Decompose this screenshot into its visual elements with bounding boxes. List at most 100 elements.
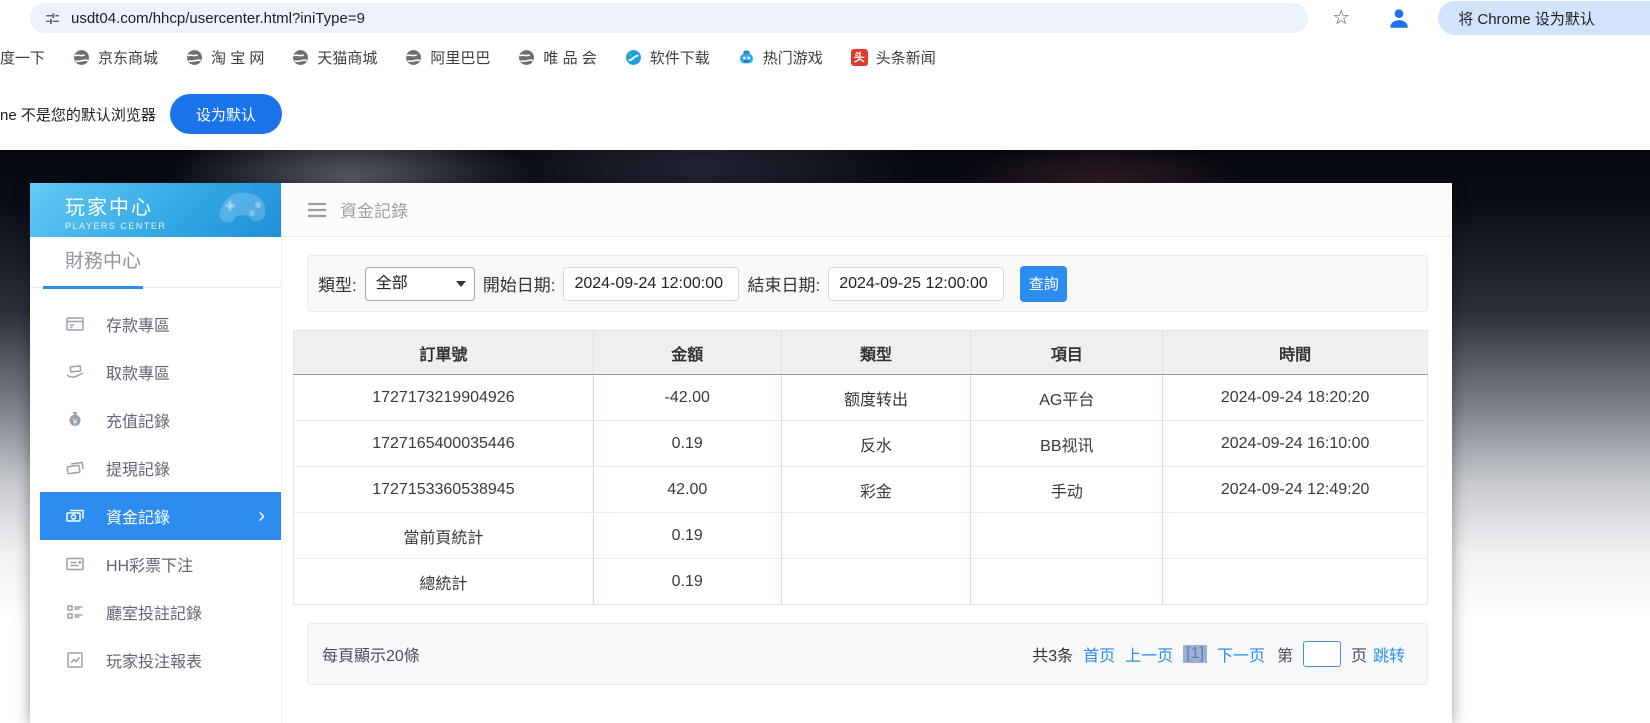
sidebar-item-lottery-bets[interactable]: HH彩票下注 [40,540,281,588]
start-date-label: 開始日期: [483,271,556,296]
bookmark-item[interactable]: 度一下 [0,47,45,68]
funds-table: 訂單號 金額 類型 項目 時間 1727173219904926 -42.00 [293,330,1428,605]
recharge-icon: ¥ [65,410,85,430]
hamburger-icon[interactable] [307,201,327,219]
set-default-button[interactable]: 设为默认 [170,94,282,134]
globe-icon [405,49,422,66]
search-button[interactable]: 查詢 [1020,266,1067,302]
sidebar: 玩家中心 PLAYERS CENTER 財務中心 [30,183,281,723]
filter-bar: 類型: 全部 開始日期: 結束日期: 查詢 [307,255,1428,312]
site-settings-icon[interactable] [44,10,61,27]
type-label: 類型: [318,271,357,296]
page-jump-input[interactable] [1303,641,1341,667]
current-page: [1] [1183,645,1207,663]
sidebar-item-label: 資金記錄 [106,504,170,528]
bookmark-item[interactable]: 阿里巴巴 [405,47,490,68]
sidebar-item-label: 廳室投註記錄 [106,600,202,624]
content-header: 資金記錄 [282,183,1452,237]
toutiao-icon: 头 [851,49,868,66]
url-text[interactable]: usdt04.com/hhcp/usercenter.html?iniType=… [71,10,365,27]
globe-icon [518,49,535,66]
sidebar-item-label: 取款專區 [106,360,170,384]
bookmark-item[interactable]: 淘 宝 网 [186,47,264,68]
address-bar[interactable]: usdt04.com/hhcp/usercenter.html?iniType=… [30,3,1308,33]
pager: 共3条 首页 上一页 [1] 下一页 第 页 跳转 [1032,641,1405,667]
gamepad-icon [211,187,273,237]
bookmark-label: 头条新闻 [876,47,936,68]
sidebar-item-hall-records[interactable]: 廳室投註記錄 [40,588,281,636]
profile-icon[interactable] [1386,5,1412,31]
sidebar-item-label: 提現記錄 [106,456,170,480]
bookmark-item[interactable]: 天猫商城 [292,47,377,68]
sidebar-item-label: HH彩票下注 [106,552,193,576]
sidebar-item-label: 充值記錄 [106,408,170,432]
globe-icon [73,49,90,66]
sidebar-item-cashout[interactable]: 提現記錄 [40,444,281,492]
bookmarks-bar: 度一下 京东商城 淘 宝 网 天猫商城 阿里巴巴 唯 品 会 软件下载 热门游 [0,36,1650,78]
type-select-wrap: 全部 [365,267,475,301]
deposit-icon [65,314,85,334]
bookmark-label: 热门游戏 [763,47,823,68]
bookmark-item[interactable]: 唯 品 会 [518,47,596,68]
cashout-icon [65,458,85,478]
type-select[interactable]: 全部 [365,267,475,301]
bookmark-label: 唯 品 会 [543,47,596,68]
lottery-icon [65,554,85,574]
end-date-input[interactable] [828,267,1004,301]
chrome-set-default-button[interactable]: 将 Chrome 设为默认 [1438,1,1650,35]
jump-label-pre: 第 [1277,642,1293,666]
first-page-link[interactable]: 首页 [1083,642,1115,666]
table-header: 訂單號 金額 類型 項目 時間 [294,331,1428,375]
main-body: 類型: 全部 開始日期: 結束日期: 查詢 [282,237,1452,685]
bookmark-item[interactable]: 头 头条新闻 [851,47,936,68]
bookmark-label: 阿里巴巴 [430,47,490,68]
jump-button[interactable]: 跳转 [1373,642,1405,666]
screen: usdt04.com/hhcp/usercenter.html?iniType=… [0,0,1650,723]
notice-text: ne 不是您的默认浏览器 [0,104,156,125]
table-row: 1727153360538945 42.00 彩金 手动 2024-09-24 … [294,467,1428,513]
browser-toolbar: usdt04.com/hhcp/usercenter.html?iniType=… [0,0,1650,36]
player-center-panel: 玩家中心 PLAYERS CENTER 財務中心 [30,183,1452,723]
bookmark-item[interactable]: 软件下载 [625,47,710,68]
table-row-total-summary: 總統計 0.19 [294,559,1428,605]
sidebar-item-withdraw[interactable]: 取款專區 [40,348,281,396]
start-date-input[interactable] [563,267,739,301]
sidebar-nav: 存款專區 取款專區 ¥ 充值記錄 提現記錄 [30,288,281,684]
chevron-right-icon: › [258,506,265,526]
end-date-label: 結束日期: [747,271,820,296]
bookmark-item[interactable]: 京东商城 [73,47,158,68]
jump-label-post: 页 [1351,642,1367,666]
game-robot-icon [738,49,755,66]
software-globe-icon [625,49,642,66]
next-page-link[interactable]: 下一页 [1217,642,1265,666]
bookmark-label: 京东商城 [98,47,158,68]
pagination-bar: 每頁顯示20條 共3条 首页 上一页 [1] 下一页 第 页 跳转 [307,623,1428,685]
sidebar-section-title: 財務中心 [30,237,281,288]
sidebar-item-bet-report[interactable]: 玩家投注報表 [40,636,281,684]
globe-icon [186,49,203,66]
col-time: 時間 [1163,331,1428,375]
globe-icon [292,49,309,66]
col-item: 項目 [971,331,1163,375]
sidebar-header: 玩家中心 PLAYERS CENTER [30,183,281,237]
bookmark-item[interactable]: 热门游戏 [738,47,823,68]
sidebar-item-deposit[interactable]: 存款專區 [40,300,281,348]
col-type: 類型 [781,331,971,375]
bookmark-label: 软件下载 [650,47,710,68]
report-icon [65,650,85,670]
prev-page-link[interactable]: 上一页 [1125,642,1173,666]
hall-record-icon [65,602,85,622]
default-browser-notice: ne 不是您的默认浏览器 设为默认 [0,78,1650,150]
table-row: 1727173219904926 -42.00 额度转出 AG平台 2024-0… [294,375,1428,421]
sidebar-item-recharge[interactable]: ¥ 充值記錄 [40,396,281,444]
bookmark-label: 天猫商城 [317,47,377,68]
sidebar-item-funds-active[interactable]: 資金記錄 › [40,492,281,540]
main-content: 資金記錄 類型: 全部 開始日期: 結束日期: [281,183,1452,723]
col-amount: 金額 [593,331,781,375]
bookmark-star-icon[interactable]: ☆ [1332,8,1350,28]
bookmark-label: 度一下 [0,47,45,68]
sidebar-item-label: 存款專區 [106,312,170,336]
col-order-no: 訂單號 [294,331,594,375]
svg-text:¥: ¥ [72,418,78,427]
site-viewport: 玩家中心 PLAYERS CENTER 財務中心 [0,150,1650,723]
